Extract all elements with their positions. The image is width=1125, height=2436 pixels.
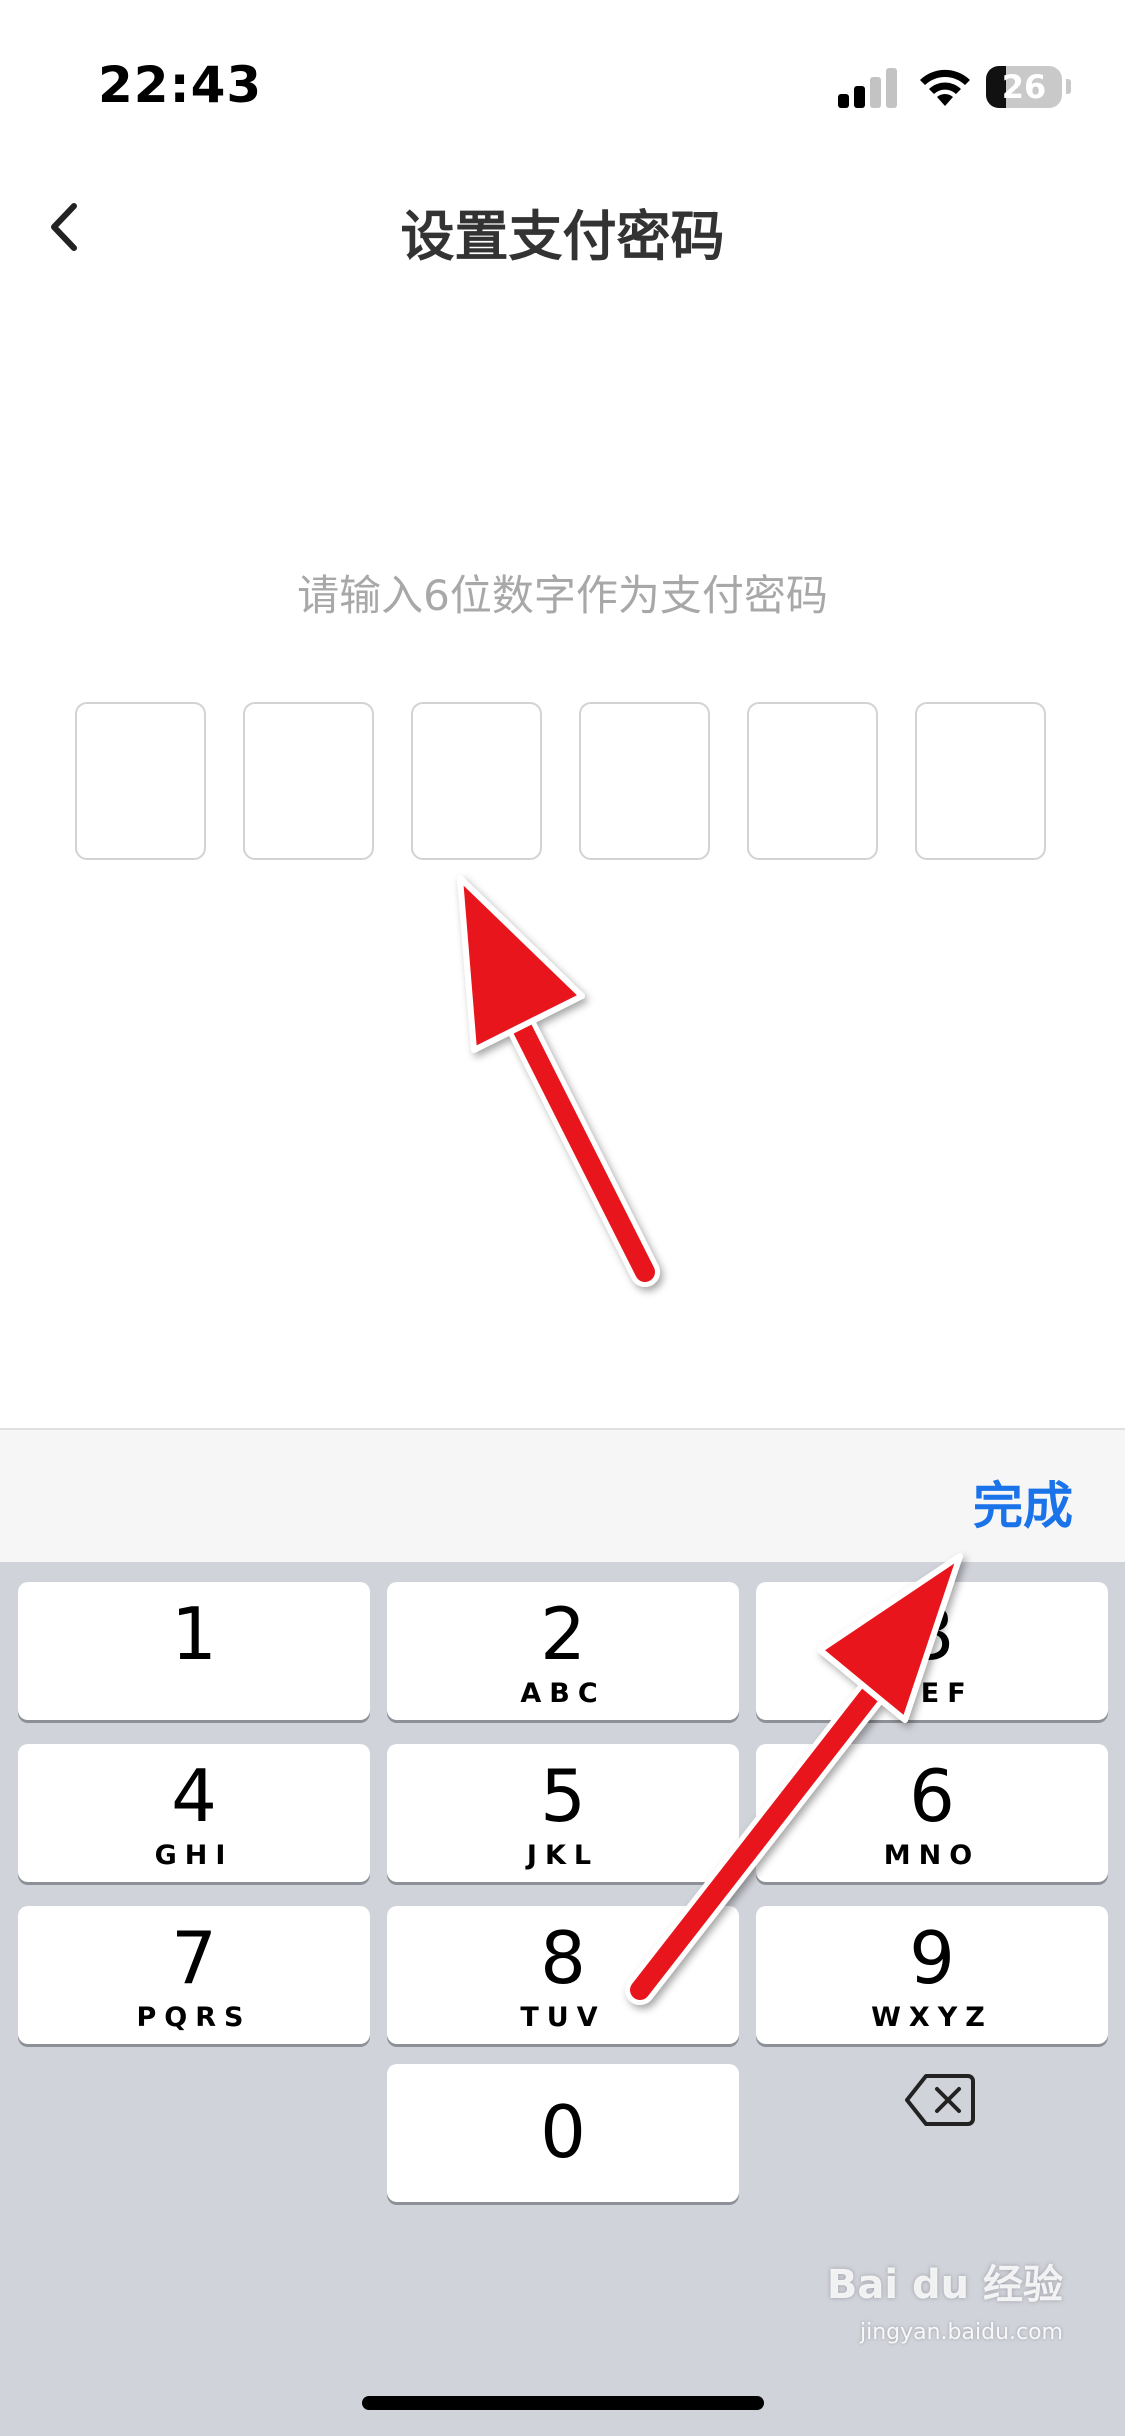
keyboard-toolbar: 完成 xyxy=(0,1428,1125,1562)
key-2[interactable]: 2 ABC xyxy=(387,1582,739,1720)
key-7[interactable]: 7 PQRS xyxy=(18,1906,370,2044)
status-time: 22:43 xyxy=(98,56,263,114)
key-9[interactable]: 9 WXYZ xyxy=(756,1906,1108,2044)
key-letters: MNO xyxy=(883,1840,981,1871)
key-letters: WXYZ xyxy=(871,2002,993,2033)
battery-icon: 26 xyxy=(986,66,1062,108)
nav-bar: 设置支付密码 xyxy=(0,170,1125,290)
key-letters: PQRS xyxy=(136,2002,252,2033)
password-prompt: 请输入6位数字作为支付密码 xyxy=(297,571,828,620)
key-digit: 1 xyxy=(171,1592,217,1676)
code-box-4[interactable] xyxy=(579,702,710,860)
password-input[interactable] xyxy=(75,702,1050,862)
code-box-6[interactable] xyxy=(915,702,1046,860)
key-letters: JKL xyxy=(526,1840,600,1871)
battery-nub xyxy=(1066,79,1071,94)
key-1[interactable]: 1 xyxy=(18,1582,370,1720)
key-digit: 3 xyxy=(909,1592,955,1676)
page-title: 设置支付密码 xyxy=(400,205,725,268)
code-box-5[interactable] xyxy=(747,702,878,860)
battery-level: 26 xyxy=(1001,68,1047,106)
key-4[interactable]: 4 GHI xyxy=(18,1744,370,1882)
status-bar: 22:43 26 xyxy=(0,0,1125,180)
watermark-url: jingyan.baidu.com xyxy=(859,2320,1063,2345)
key-letters: DEF xyxy=(890,1678,974,1709)
key-8[interactable]: 8 TUV xyxy=(387,1906,739,2044)
key-digit: 2 xyxy=(540,1592,586,1676)
key-digit: 6 xyxy=(909,1754,955,1838)
key-digit: 0 xyxy=(540,2090,586,2174)
key-3[interactable]: 3 DEF xyxy=(756,1582,1108,1720)
key-digit: 7 xyxy=(171,1916,217,2000)
key-digit: 4 xyxy=(171,1754,217,1838)
code-box-3[interactable] xyxy=(411,702,542,860)
key-0[interactable]: 0 xyxy=(387,2064,739,2202)
key-digit: 8 xyxy=(540,1916,586,2000)
key-letters: TUV xyxy=(520,2002,606,2033)
key-letters: GHI xyxy=(154,1840,234,1871)
code-box-2[interactable] xyxy=(243,702,374,860)
red-arrow-icon xyxy=(457,875,660,1287)
home-indicator[interactable] xyxy=(362,2396,764,2410)
baidu-watermark: Bai du 经验 xyxy=(826,2262,1063,2308)
cellular-signal-icon xyxy=(838,66,900,108)
backspace-icon xyxy=(905,2074,975,2126)
key-5[interactable]: 5 JKL xyxy=(387,1744,739,1882)
key-letters: ABC xyxy=(520,1678,606,1709)
key-6[interactable]: 6 MNO xyxy=(756,1744,1108,1882)
done-button[interactable]: 完成 xyxy=(973,1466,1073,1538)
key-digit: 5 xyxy=(540,1754,586,1838)
backspace-key[interactable] xyxy=(874,2058,1002,2148)
code-box-1[interactable] xyxy=(75,702,206,860)
key-digit: 9 xyxy=(909,1916,955,2000)
wifi-icon xyxy=(920,69,970,106)
